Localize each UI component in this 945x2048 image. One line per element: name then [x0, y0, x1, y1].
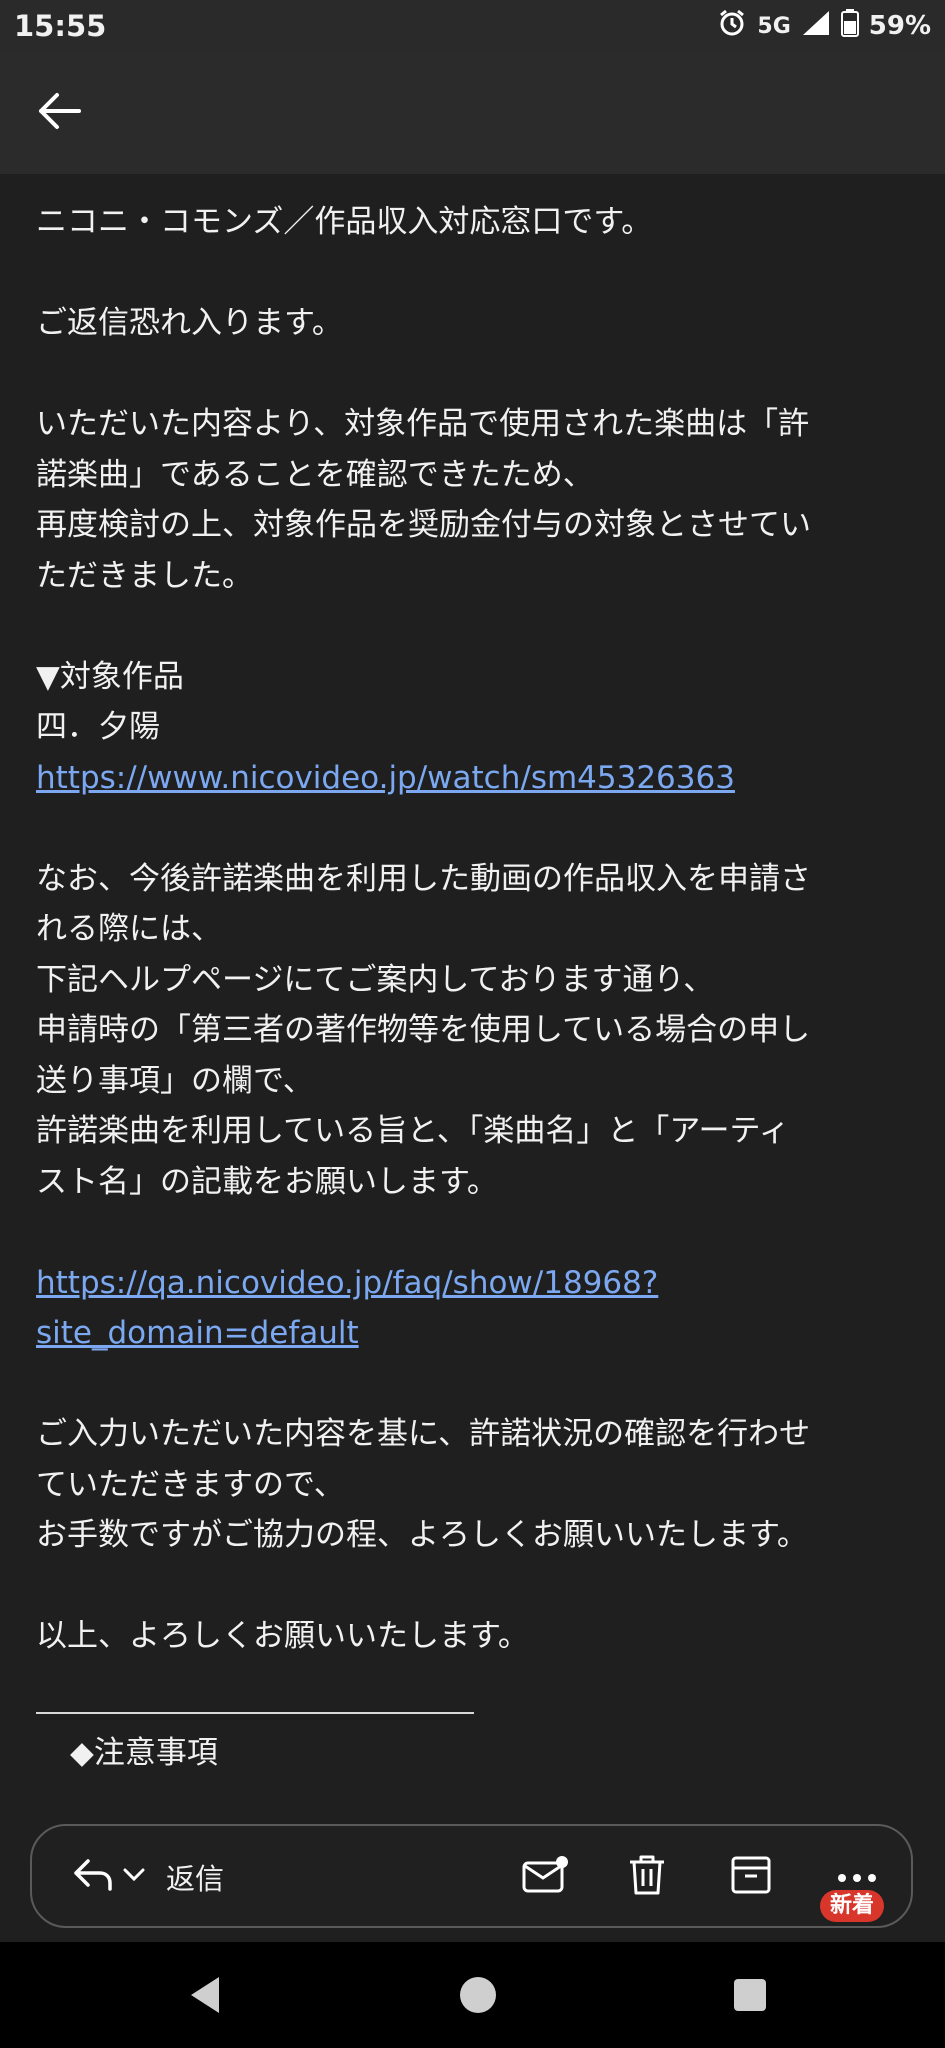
- confirm-line-4: ただきました。: [36, 557, 253, 594]
- reply-button[interactable]: 返信: [72, 1848, 224, 1906]
- message-action-bar: 返信 新着: [30, 1824, 913, 1928]
- archive-icon: [730, 1854, 772, 1900]
- reply-label: 返信: [166, 1862, 225, 1896]
- app-bar: [0, 52, 945, 174]
- reply-icon: [72, 1857, 114, 1897]
- email-body: ニコニ・コモンズ／作品収入対応窓口です。 ご返信恐れ入ります。 いただいた内容よ…: [36, 174, 916, 1854]
- delete-icon: [627, 1853, 667, 1901]
- archive-button[interactable]: [722, 1848, 780, 1906]
- thanks-line: ご返信恐れ入ります。: [36, 305, 343, 341]
- mark-unread-button[interactable]: [516, 1848, 574, 1906]
- status-bar: 15:55 5G 59%: [0, 0, 945, 52]
- circle-home-icon: [458, 1975, 498, 2019]
- battery-icon: [840, 8, 859, 44]
- triangle-back-icon: [187, 1975, 223, 2019]
- arrow-left-icon: [37, 91, 81, 135]
- closing-line-1: ご入力いただいた内容を基に、許諾状況の確認を行わせ: [36, 1416, 811, 1452]
- target-heading: ▼対象作品: [36, 658, 184, 695]
- mark-unread-icon: [521, 1854, 569, 1900]
- nav-back-button[interactable]: [180, 1972, 230, 2022]
- delete-button[interactable]: [618, 1848, 676, 1906]
- signal-icon: [801, 9, 831, 44]
- note-line-3: 下記ヘルプページにてご案内しております通り、: [36, 961, 715, 998]
- confirm-line-1: いただいた内容より、対象作品で使用された楽曲は「許: [36, 406, 810, 442]
- note-line-4: 申請時の「第三者の著作物等を使用している場合の申し: [36, 1012, 811, 1048]
- target-video-link[interactable]: https://www.nicovideo.jp/watch/sm4532636…: [36, 760, 735, 796]
- new-badge: 新着: [820, 1890, 885, 1922]
- note-line-7: スト名」の記載をお願いします。: [36, 1163, 498, 1200]
- nav-home-button[interactable]: [453, 1972, 503, 2022]
- help-page-link-part-2[interactable]: site_domain=default: [36, 1315, 359, 1351]
- sign-off: 以上、よろしくお願いいたします。: [36, 1618, 529, 1654]
- network-type: 5G: [757, 13, 791, 39]
- square-recents-icon: [733, 1978, 767, 2016]
- note-line-6: 許諾楽曲を利用している旨と、「楽曲名」と「アーティ: [36, 1113, 790, 1149]
- status-time: 15:55: [14, 9, 107, 43]
- greeting: ニコニ・コモンズ／作品収入対応窓口です。: [36, 204, 653, 240]
- chevron-down-icon[interactable]: [122, 1867, 146, 1887]
- status-icons: 5G 59%: [717, 8, 931, 45]
- target-title: 四．夕陽: [36, 709, 160, 745]
- notice-heading: ◆注意事項: [70, 1734, 218, 1771]
- help-page-link-part-1[interactable]: https://qa.nicovideo.jp/faq/show/18968?: [36, 1265, 658, 1301]
- nav-recents-button[interactable]: [725, 1972, 775, 2022]
- note-line-5: 送り事項」の欄で、: [36, 1062, 314, 1099]
- system-navigation-bar: [0, 1942, 945, 2048]
- note-line-2: れる際には、: [36, 911, 222, 947]
- note-line-1: なお、今後許諾楽曲を利用した動画の作品収入を申請さ: [36, 860, 811, 897]
- closing-line-2: ていただきますので、: [36, 1466, 345, 1503]
- closing-line-3: お手数ですがご協力の程、よろしくお願いいたします。: [36, 1517, 808, 1553]
- divider: [36, 1711, 474, 1714]
- more-icon: [837, 1868, 877, 1887]
- confirm-line-3: 再度検討の上、対象作品を奨励金付与の対象とさせてい: [36, 507, 811, 543]
- back-button[interactable]: [24, 78, 94, 148]
- battery-level: 59%: [868, 11, 931, 41]
- confirm-line-2: 諾楽曲」であることを確認できたため、: [36, 456, 594, 493]
- alarm-icon: [717, 8, 747, 45]
